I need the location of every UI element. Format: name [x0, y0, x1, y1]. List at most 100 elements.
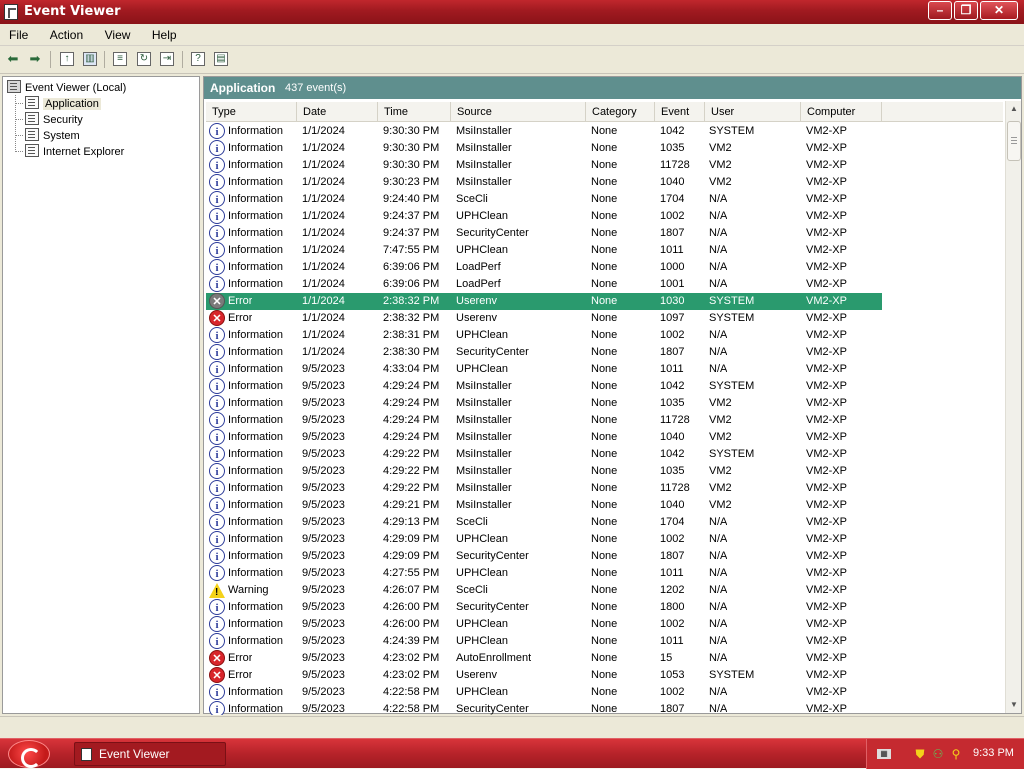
back-arrow-icon[interactable]: ⬅	[4, 50, 22, 68]
export-list-icon[interactable]: ⇥	[160, 52, 174, 66]
cell-user: N/A	[709, 227, 728, 239]
action-pane-icon[interactable]: ▤	[214, 52, 228, 66]
title-bar[interactable]: Event Viewer – ❐ ✕	[0, 0, 1024, 24]
search-icon[interactable]: ⚲	[949, 747, 963, 761]
column-header-source[interactable]: Source	[451, 102, 586, 122]
cell-category: None	[591, 567, 618, 579]
table-row[interactable]: i Information 9/5/2023 4:27:55 PM UPHClean No…	[206, 565, 1003, 582]
column-header-computer[interactable]: Computer	[801, 102, 882, 122]
table-row[interactable]: i Information 1/1/2024 9:24:37 PM UPHClean No…	[206, 208, 1003, 225]
table-row[interactable]: i Information 1/1/2024 2:38:31 PM UPHClean No…	[206, 327, 1003, 344]
event-viewer-icon	[81, 748, 92, 761]
table-row[interactable]: i Information 9/5/2023 4:29:22 PM MsiInstall…	[206, 480, 1003, 497]
taskbar-item-event-viewer[interactable]: Event Viewer	[74, 742, 226, 766]
table-row[interactable]: i Information 9/5/2023 4:26:00 PM SecurityCe…	[206, 599, 1003, 616]
table-row[interactable]: i Information 9/5/2023 4:22:58 PM SecurityCe…	[206, 701, 1003, 715]
tree-item-system[interactable]: System	[25, 128, 80, 143]
table-row[interactable]: i Information 1/1/2024 9:30:30 PM MsiInstall…	[206, 123, 1003, 140]
table-row[interactable]: Warning 9/5/2023 4:26:07 PM SceCli None 1202 N…	[206, 582, 1003, 601]
cell-time: 4:26:07 PM	[383, 584, 440, 596]
menu-file[interactable]: File	[0, 24, 36, 42]
table-row[interactable]: i Information 9/5/2023 4:22:58 PM UPHClean No…	[206, 684, 1003, 701]
table-row[interactable]: i Information 1/1/2024 9:24:40 PM SceCli None…	[206, 191, 1003, 208]
tree-item-security[interactable]: Security	[25, 112, 83, 127]
warning-icon	[209, 583, 225, 601]
information-icon: i	[209, 327, 225, 343]
help-icon[interactable]: ?	[191, 52, 205, 66]
security-shield-icon[interactable]: ⛊	[913, 747, 927, 761]
cell-type: Information	[228, 125, 284, 137]
tree-root[interactable]: Event Viewer (Local)	[7, 80, 126, 95]
table-row[interactable]: i Information 1/1/2024 9:30:30 PM MsiInstall…	[206, 157, 1003, 174]
table-row[interactable]: i Information 1/1/2024 9:30:23 PM MsiInstall…	[206, 174, 1003, 191]
cell-source: MsiInstaller	[456, 397, 512, 409]
column-header-time[interactable]: Time	[378, 102, 451, 122]
menu-action[interactable]: Action	[41, 24, 91, 42]
cell-user: SYSTEM	[709, 380, 755, 392]
tree-item-application[interactable]: Application	[25, 96, 101, 111]
cell-category: None	[591, 142, 618, 154]
keyboard-icon[interactable]: ▦	[877, 749, 891, 759]
table-row[interactable]: i Information 9/5/2023 4:26:00 PM UPHClean No…	[206, 616, 1003, 633]
table-row[interactable]: i Information 9/5/2023 4:29:13 PM SceCli None…	[206, 514, 1003, 531]
cell-computer: VM2-XP	[806, 176, 847, 188]
table-row[interactable]: i Information 9/5/2023 4:29:24 PM MsiInstall…	[206, 378, 1003, 395]
cell-computer: VM2-XP	[806, 533, 847, 545]
table-row[interactable]: i Information 9/5/2023 4:33:04 PM UPHClean No…	[206, 361, 1003, 378]
table-row[interactable]: i Information 9/5/2023 4:29:09 PM UPHClean No…	[206, 531, 1003, 548]
information-icon: i	[209, 599, 225, 615]
table-row[interactable]: i Information 9/5/2023 4:29:21 PM MsiInstall…	[206, 497, 1003, 514]
start-button[interactable]	[8, 740, 50, 768]
cell-event: 15	[660, 652, 673, 664]
cell-category: None	[591, 703, 618, 715]
restore-button[interactable]: ❐	[954, 1, 978, 20]
table-row[interactable]: ✕ Error 9/5/2023 4:23:02 PM AutoEnrollment No…	[206, 650, 1003, 667]
tree-item-label: Internet Explorer	[43, 146, 125, 158]
menu-help[interactable]: Help	[143, 24, 185, 42]
table-row[interactable]: i Information 9/5/2023 4:29:24 PM MsiInstall…	[206, 395, 1003, 412]
table-row[interactable]: ✕ Error 1/1/2024 2:38:32 PM Userenv None 1097 S…	[206, 310, 1003, 327]
information-icon: i	[209, 276, 225, 292]
network-icon[interactable]: ⚇	[931, 747, 945, 761]
table-row[interactable]: i Information 9/5/2023 4:29:24 PM MsiInstall…	[206, 412, 1003, 429]
cell-source: MsiInstaller	[456, 142, 512, 154]
menu-view[interactable]: View	[96, 24, 139, 42]
up-folder-icon[interactable]: ↑	[60, 52, 74, 66]
table-row[interactable]: ✕ Error 1/1/2024 2:38:32 PM Userenv None 1030 S…	[206, 293, 882, 310]
taskbar: Event Viewer ▦ ⛊ ⚇ ⚲ 9:33 PM	[0, 738, 1024, 769]
table-row[interactable]: i Information 1/1/2024 2:38:30 PM SecurityCe…	[206, 344, 1003, 361]
scroll-up-icon[interactable]: ▲	[1006, 101, 1022, 117]
scrollbar-thumb[interactable]	[1007, 121, 1021, 161]
table-row[interactable]: i Information 1/1/2024 6:39:06 PM LoadPerf No…	[206, 259, 1003, 276]
close-button[interactable]: ✕	[980, 1, 1018, 20]
table-row[interactable]: ✕ Error 9/5/2023 4:23:02 PM Userenv None 1053 S…	[206, 667, 1003, 684]
column-header-type[interactable]: Type	[206, 102, 297, 122]
clock[interactable]: 9:33 PM	[973, 747, 1014, 759]
table-row[interactable]: i Information 1/1/2024 9:30:30 PM MsiInstall…	[206, 140, 1003, 157]
scroll-down-icon[interactable]: ▼	[1006, 697, 1022, 713]
column-header-date[interactable]: Date	[297, 102, 378, 122]
table-row[interactable]: i Information 9/5/2023 4:24:39 PM UPHClean No…	[206, 633, 1003, 650]
table-row[interactable]: i Information 9/5/2023 4:29:24 PM MsiInstall…	[206, 429, 1003, 446]
table-row[interactable]: i Information 9/5/2023 4:29:09 PM SecurityCe…	[206, 548, 1003, 565]
table-row[interactable]: i Information 9/5/2023 4:29:22 PM MsiInstall…	[206, 463, 1003, 480]
forward-arrow-icon[interactable]: ➡	[26, 50, 44, 68]
tree-item-internet-explorer[interactable]: Internet Explorer	[25, 144, 124, 159]
column-header-user[interactable]: User	[705, 102, 801, 122]
cell-time: 4:22:58 PM	[383, 686, 440, 698]
table-row[interactable]: i Information 1/1/2024 9:24:37 PM SecurityCe…	[206, 225, 1003, 242]
cell-type: Information	[228, 142, 284, 154]
table-row[interactable]: i Information 1/1/2024 6:39:06 PM LoadPerf No…	[206, 276, 1003, 293]
column-header-event[interactable]: Event	[655, 102, 705, 122]
properties-icon[interactable]: ≡	[113, 52, 127, 66]
table-row[interactable]: i Information 9/5/2023 4:29:22 PM MsiInstall…	[206, 446, 1003, 463]
column-header-category[interactable]: Category	[586, 102, 655, 122]
cell-time: 9:30:30 PM	[383, 125, 440, 137]
show-hide-tree-icon[interactable]: ▥	[83, 52, 97, 66]
minimize-button[interactable]: –	[928, 1, 952, 20]
vertical-scrollbar[interactable]: ▲ ▼	[1005, 101, 1021, 713]
cell-user: N/A	[709, 244, 728, 256]
cell-time: 4:29:21 PM	[383, 499, 440, 511]
refresh-icon[interactable]: ↻	[137, 52, 151, 66]
table-row[interactable]: i Information 1/1/2024 7:47:55 PM UPHClean No…	[206, 242, 1003, 259]
